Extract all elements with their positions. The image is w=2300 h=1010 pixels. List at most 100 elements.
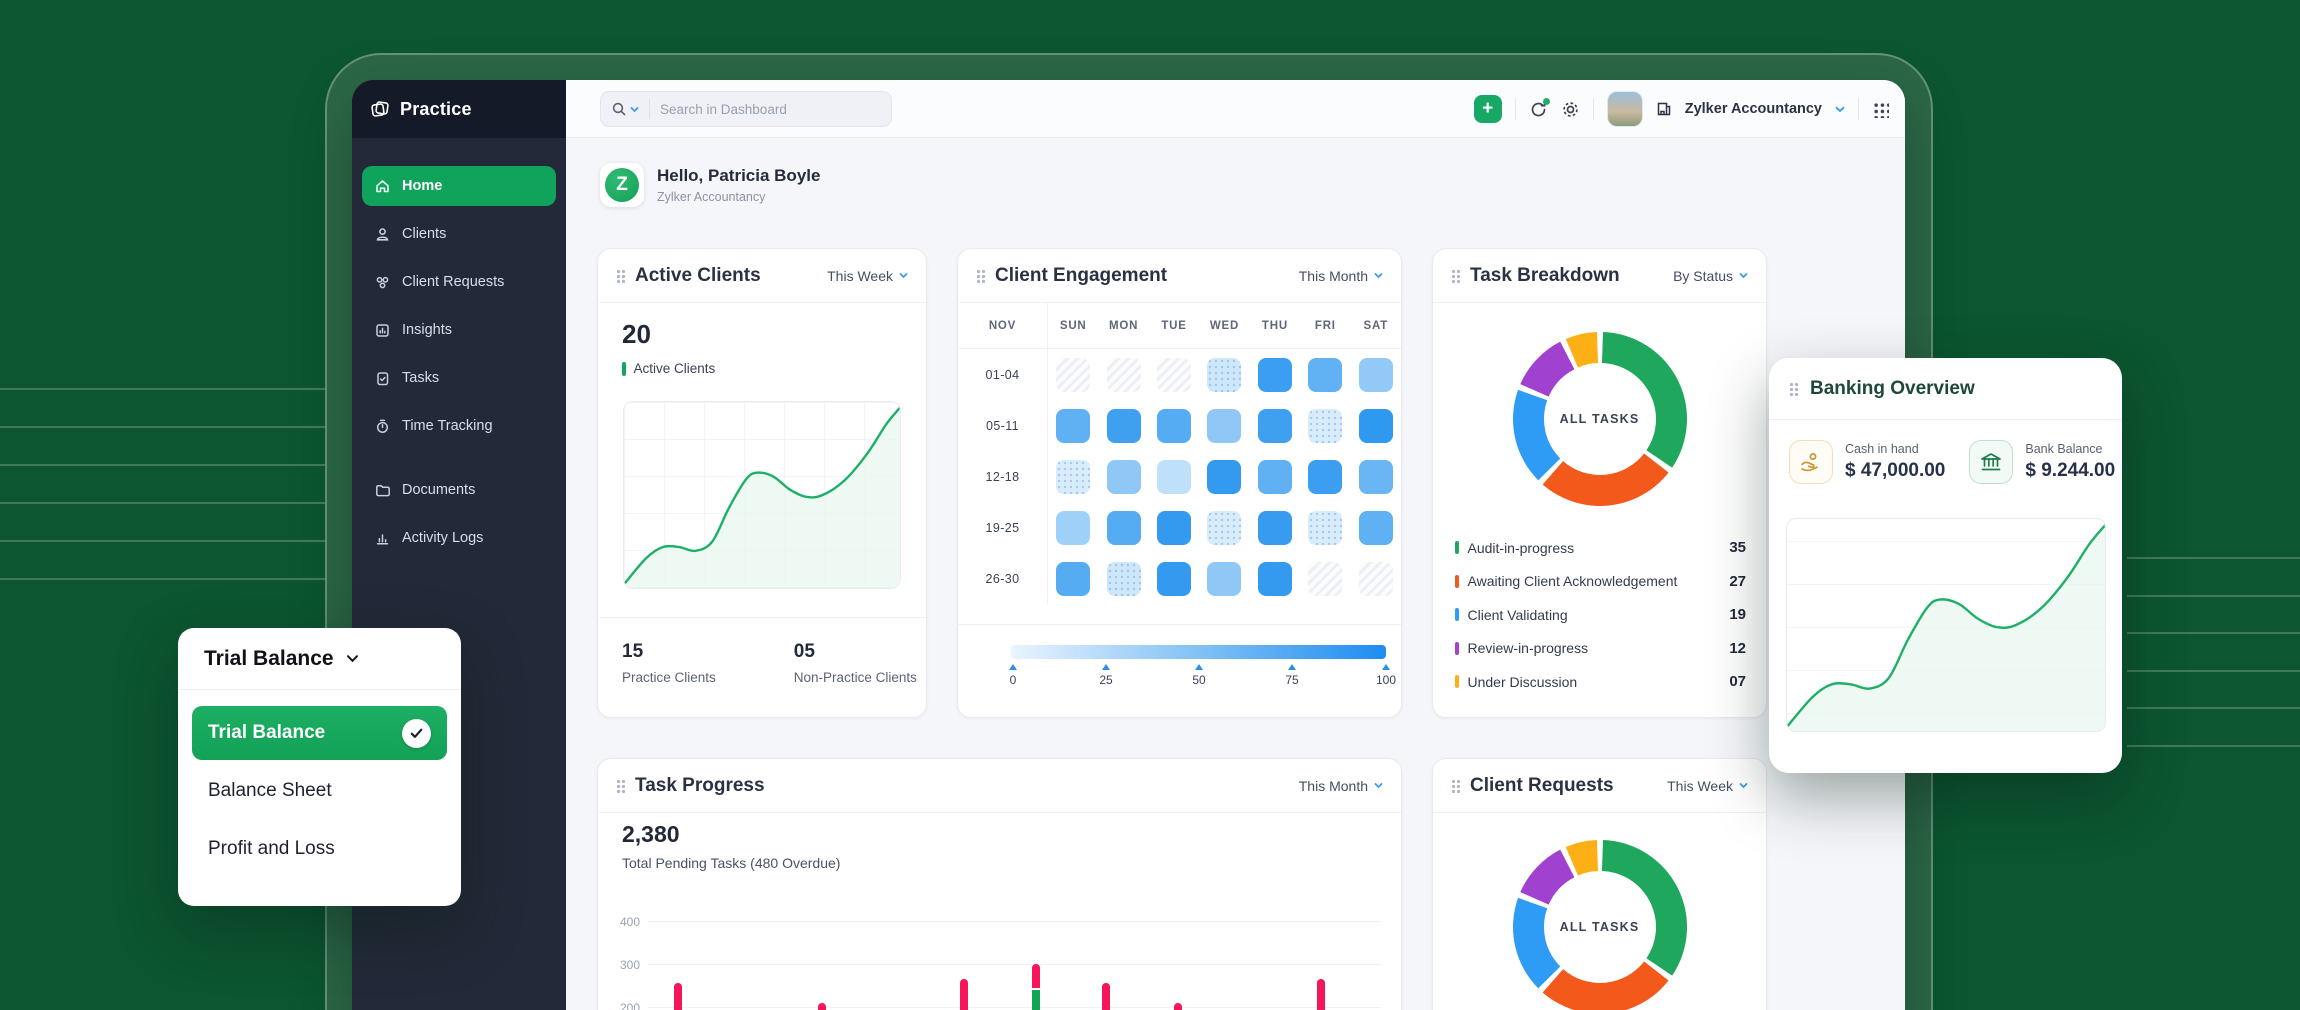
drag-handle-icon[interactable] [616, 269, 625, 283]
heatmap-cell-empty [1308, 562, 1342, 596]
heatmap-cell [1308, 460, 1342, 494]
tasks-icon [374, 370, 391, 387]
heatmap-cell [1308, 358, 1342, 392]
period-dropdown[interactable]: This Week [1667, 778, 1748, 794]
heatmap-cell [1258, 358, 1292, 392]
card-title: Client Engagement [995, 265, 1289, 287]
heatmap-day-header: THU [1250, 303, 1300, 349]
dashboard-content: Z Hello, Patricia Boyle Zylker Accountan… [566, 138, 1905, 1010]
heatmap-cell [1107, 409, 1141, 443]
sync-icon[interactable] [1529, 100, 1548, 119]
app-name: Practice [400, 99, 472, 120]
app-grid-icon[interactable] [1872, 101, 1889, 118]
heatmap-cell [1258, 562, 1292, 596]
sidebar-item-documents[interactable]: Documents [362, 470, 556, 510]
activity-icon [374, 530, 391, 547]
heatmap-cell [1258, 511, 1292, 545]
task-progress-card: Task Progress This Month 2,380 Total Pen… [597, 758, 1402, 1010]
heatmap-cell [1308, 511, 1342, 545]
client-requests-card: Client Requests This Week ALL TASKS [1432, 758, 1767, 1010]
heatmap-cell-empty [1359, 562, 1393, 596]
heatmap-cell [1107, 511, 1141, 545]
heatmap-row-label: 05-11 [958, 400, 1048, 451]
status-dropdown[interactable]: By Status [1673, 268, 1748, 284]
banking-overview-card: Banking Overview Cash in hand $ 47,000.0… [1769, 358, 2122, 773]
drag-handle-icon[interactable] [976, 269, 985, 283]
heatmap-cell [1258, 460, 1292, 494]
heatmap-cell [1107, 460, 1141, 494]
active-clients-header: Active Clients This Week [598, 249, 926, 303]
heatmap-cell [1359, 358, 1393, 392]
practice-logo-icon [370, 99, 390, 119]
heatmap-cell [1359, 409, 1393, 443]
heatmap-scale-stop: 75 [1272, 664, 1312, 687]
user-avatar[interactable] [1607, 91, 1643, 127]
sidebar-item-clients[interactable]: Clients [362, 214, 556, 254]
period-dropdown[interactable]: This Month [1299, 268, 1383, 284]
donut-center-label: ALL TASKS [1500, 827, 1700, 1010]
sidebar-item-time-tracking[interactable]: Time Tracking [362, 406, 556, 446]
heatmap-cell [1157, 511, 1191, 545]
client-requests-icon [374, 274, 391, 291]
period-dropdown[interactable]: This Week [827, 268, 908, 284]
sidebar-nav: Home Clients Client Requests Insights Tasks T… [352, 138, 566, 566]
sync-status-dot [1543, 98, 1550, 105]
drag-handle-icon[interactable] [1451, 269, 1460, 283]
dropdown-item-balance-sheet[interactable]: Balance Sheet [192, 764, 447, 818]
drag-handle-icon[interactable] [1789, 382, 1798, 396]
legend-row: Client Validating19 [1455, 598, 1746, 632]
heatmap-day-header: FRI [1300, 303, 1350, 349]
heatmap-cell [1359, 460, 1393, 494]
heatmap-scale-gradient [1011, 645, 1386, 659]
y-axis-label: 300 [606, 958, 640, 972]
heatmap-cell [1056, 511, 1090, 545]
sidebar-item-client-requests[interactable]: Client Requests [362, 262, 556, 302]
insights-icon [374, 322, 391, 339]
bar-pending [960, 979, 968, 1010]
sidebar-item-home[interactable]: Home [362, 166, 556, 206]
heatmap-cell [1308, 409, 1342, 443]
active-clients-label-row: Active Clients [622, 361, 715, 376]
heatmap-cell [1056, 460, 1090, 494]
search-input[interactable] [660, 102, 840, 117]
stat-practice-clients: 15 Practice Clients [622, 641, 716, 685]
heatmap-scale-stop: 0 [993, 664, 1033, 687]
sidebar-item-tasks[interactable]: Tasks [362, 358, 556, 398]
search-box[interactable] [600, 91, 892, 127]
bar-pending [1102, 983, 1110, 1010]
active-clients-count: 20 [622, 319, 651, 350]
search-scope-chevron-icon[interactable] [630, 106, 639, 113]
stat-non-practice-clients: 05 Non-Practice Clients [794, 641, 917, 685]
org-chevron-icon[interactable] [1835, 106, 1845, 113]
bar-pending [674, 983, 682, 1010]
drag-handle-icon[interactable] [1451, 779, 1460, 793]
search-divider [649, 99, 650, 119]
banking-chart [1786, 518, 2106, 732]
heatmap-cell [1157, 460, 1191, 494]
sidebar-item-insights[interactable]: Insights [362, 310, 556, 350]
sidebar-item-activity-logs[interactable]: Activity Logs [362, 518, 556, 558]
search-icon [611, 101, 627, 117]
page-background: Practice Home Clients Client Requests Insig… [0, 0, 2300, 1010]
heatmap-day-header: TUE [1149, 303, 1199, 349]
bar-completed [1032, 990, 1040, 1010]
dropdown-item-profit-and-loss[interactable]: Profit and Loss [192, 822, 447, 876]
dropdown-header[interactable]: Trial Balance [178, 628, 461, 690]
client-engagement-card: Client Engagement This Month NOVSUNMONTU… [957, 248, 1402, 718]
cash-in-hand-stat: Cash in hand $ 47,000.00 [1789, 440, 1945, 484]
selected-check-icon [402, 719, 431, 748]
card-title: Client Requests [1470, 775, 1657, 797]
legend-row: Audit-in-progress35 [1455, 531, 1746, 565]
heatmap-cell [1107, 562, 1141, 596]
trial-balance-dropdown-card: Trial Balance Trial BalanceBalance Sheet… [178, 628, 461, 906]
heatmap-cell-empty [1107, 358, 1141, 392]
org-switcher[interactable]: Zylker Accountancy [1685, 101, 1822, 117]
card-title: Task Breakdown [1470, 265, 1663, 287]
settings-gear-icon[interactable] [1561, 100, 1580, 119]
bar-pending [1317, 979, 1325, 1010]
home-icon [374, 178, 391, 195]
sidebar-header: Practice [352, 80, 566, 138]
heatmap-cell [1207, 460, 1241, 494]
quick-create-button[interactable]: + [1474, 95, 1502, 123]
dropdown-item-trial-balance[interactable]: Trial Balance [192, 706, 447, 760]
